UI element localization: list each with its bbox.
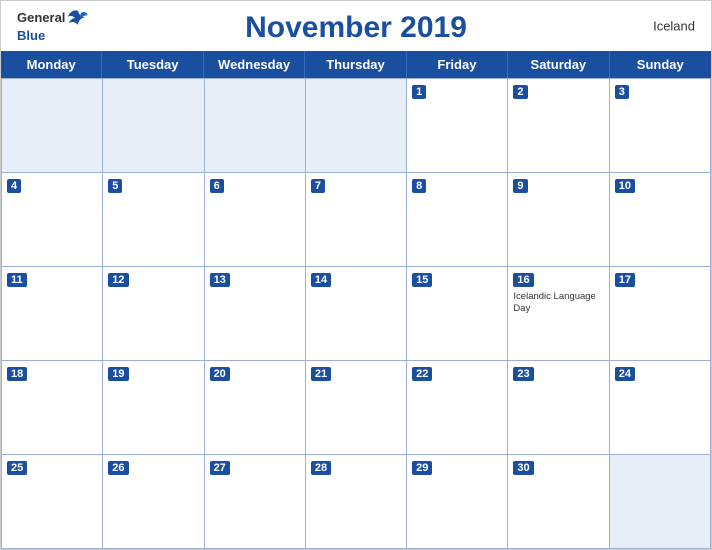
month-title: November 2019 — [245, 11, 467, 45]
cell-number: 2 — [513, 85, 527, 99]
cell-number: 8 — [412, 179, 426, 193]
calendar-cell: 18 — [2, 361, 103, 455]
calendar-header: General Blue November 2019 Iceland — [1, 1, 711, 51]
calendar-cell: 24 — [610, 361, 711, 455]
cell-number: 17 — [615, 273, 635, 287]
calendar-cell: 7 — [306, 173, 407, 267]
day-name-wednesday: Wednesday — [204, 51, 305, 78]
calendar-cell: 14 — [306, 267, 407, 361]
cell-number: 6 — [210, 179, 224, 193]
logo-bird-icon — [67, 9, 89, 29]
calendar-cell: 19 — [103, 361, 204, 455]
cell-number: 3 — [615, 85, 629, 99]
calendar-cell: 21 — [306, 361, 407, 455]
cell-number: 29 — [412, 461, 432, 475]
cell-number: 12 — [108, 273, 128, 287]
cell-number: 4 — [7, 179, 21, 193]
days-header: MondayTuesdayWednesdayThursdayFridaySatu… — [1, 51, 711, 78]
cell-number: 24 — [615, 367, 635, 381]
cell-number: 26 — [108, 461, 128, 475]
calendar-cell: 4 — [2, 173, 103, 267]
calendar-cell: 1 — [407, 79, 508, 173]
cell-number: 18 — [7, 367, 27, 381]
day-name-tuesday: Tuesday — [102, 51, 203, 78]
cell-number: 25 — [7, 461, 27, 475]
calendar-cell: 20 — [205, 361, 306, 455]
calendar-cell: 9 — [508, 173, 609, 267]
logo-blue-text: Blue — [17, 28, 45, 43]
logo: General Blue — [17, 9, 89, 45]
calendar-container: General Blue November 2019 Iceland Monda… — [0, 0, 712, 550]
cell-number: 27 — [210, 461, 230, 475]
day-name-thursday: Thursday — [305, 51, 406, 78]
cell-number: 30 — [513, 461, 533, 475]
cell-number: 7 — [311, 179, 325, 193]
calendar-cell: 28 — [306, 455, 407, 549]
calendar-grid: 12345678910111213141516Icelandic Languag… — [1, 78, 711, 549]
cell-number: 28 — [311, 461, 331, 475]
calendar-cell: 13 — [205, 267, 306, 361]
cell-number: 13 — [210, 273, 230, 287]
calendar-cell: 30 — [508, 455, 609, 549]
calendar-cell — [2, 79, 103, 173]
day-name-saturday: Saturday — [508, 51, 609, 78]
cell-number: 23 — [513, 367, 533, 381]
cell-number: 10 — [615, 179, 635, 193]
logo-general-text: General — [17, 10, 65, 25]
calendar-cell — [306, 79, 407, 173]
cell-number: 22 — [412, 367, 432, 381]
calendar-cell: 22 — [407, 361, 508, 455]
calendar-cell — [103, 79, 204, 173]
calendar-cell — [205, 79, 306, 173]
day-name-monday: Monday — [1, 51, 102, 78]
calendar-cell: 26 — [103, 455, 204, 549]
cell-number: 15 — [412, 273, 432, 287]
calendar-cell: 8 — [407, 173, 508, 267]
day-name-sunday: Sunday — [610, 51, 711, 78]
cell-number: 21 — [311, 367, 331, 381]
cell-number: 11 — [7, 273, 27, 287]
cell-number: 1 — [412, 85, 426, 99]
calendar-cell — [610, 455, 711, 549]
calendar-cell: 25 — [2, 455, 103, 549]
cell-number: 20 — [210, 367, 230, 381]
cell-number: 19 — [108, 367, 128, 381]
calendar-cell: 3 — [610, 79, 711, 173]
calendar-cell: 11 — [2, 267, 103, 361]
country-label: Iceland — [653, 19, 695, 34]
calendar-cell: 5 — [103, 173, 204, 267]
day-name-friday: Friday — [407, 51, 508, 78]
calendar-cell: 2 — [508, 79, 609, 173]
calendar-cell: 23 — [508, 361, 609, 455]
calendar-cell: 10 — [610, 173, 711, 267]
calendar-cell: 16 Icelandic Language Day — [508, 267, 609, 361]
calendar-cell: 6 — [205, 173, 306, 267]
cell-number: 9 — [513, 179, 527, 193]
cell-number: 5 — [108, 179, 122, 193]
calendar-cell: 12 — [103, 267, 204, 361]
cell-event: Icelandic Language Day — [513, 291, 603, 316]
cell-number: 16 — [513, 273, 533, 287]
calendar-cell: 17 — [610, 267, 711, 361]
calendar-cell: 15 — [407, 267, 508, 361]
calendar-cell: 29 — [407, 455, 508, 549]
calendar-cell: 27 — [205, 455, 306, 549]
cell-number: 14 — [311, 273, 331, 287]
